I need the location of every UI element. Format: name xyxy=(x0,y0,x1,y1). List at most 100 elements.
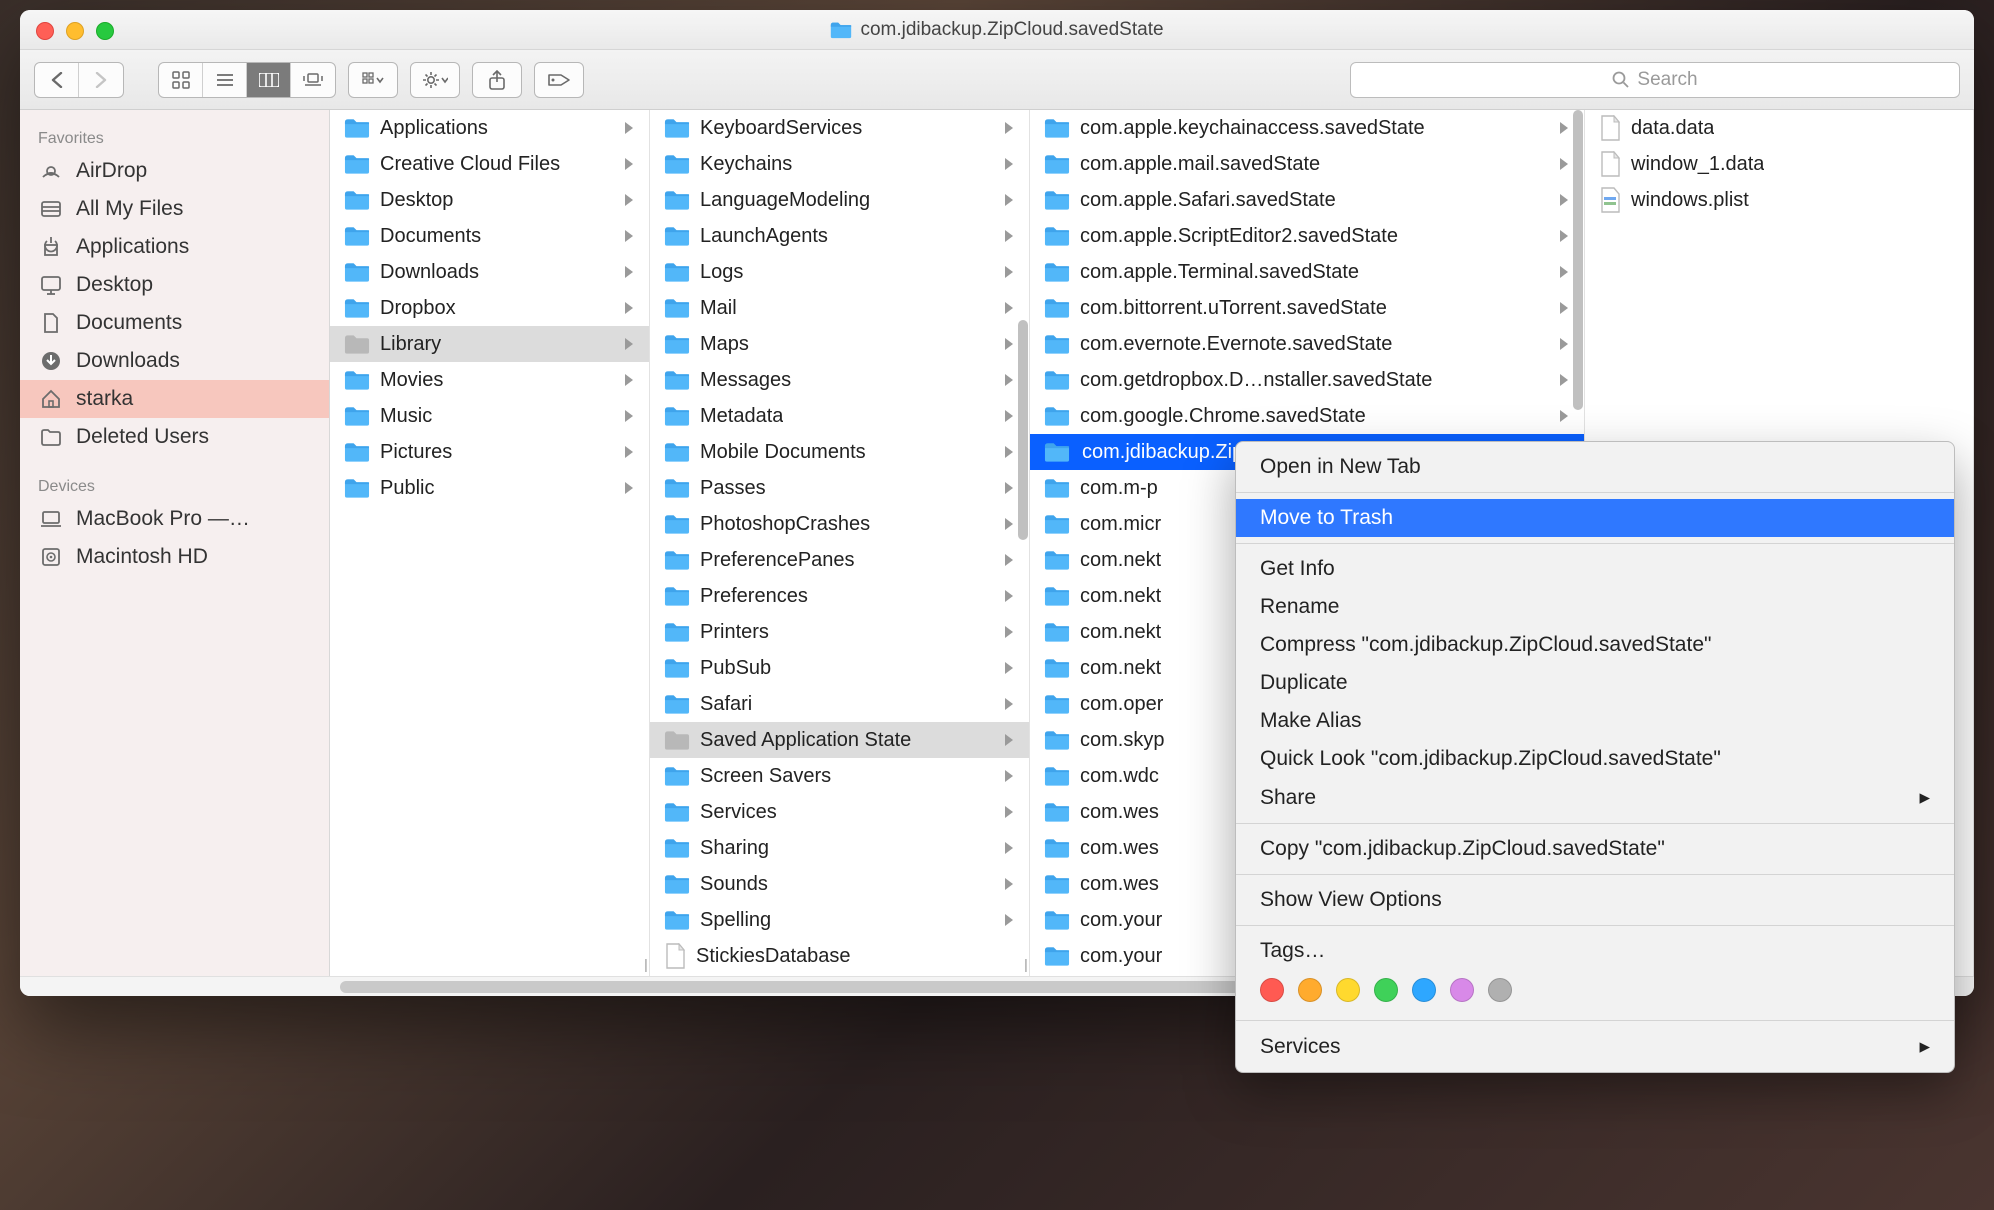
column-resize-handle[interactable]: || xyxy=(644,956,645,972)
file-row[interactable]: com.bittorrent.uTorrent.savedState xyxy=(1030,290,1584,326)
file-row[interactable]: Metadata xyxy=(650,398,1029,434)
file-row[interactable]: Music xyxy=(330,398,649,434)
file-label: LanguageModeling xyxy=(700,189,870,212)
tag-color-dot[interactable] xyxy=(1488,978,1512,1002)
sidebar-item-desktop[interactable]: Desktop xyxy=(20,266,329,304)
close-window-button[interactable] xyxy=(36,22,54,40)
tag-color-dot[interactable] xyxy=(1450,978,1474,1002)
tag-color-dot[interactable] xyxy=(1336,978,1360,1002)
file-row[interactable]: Preferences xyxy=(650,578,1029,614)
file-row[interactable]: Spelling xyxy=(650,902,1029,938)
tag-color-dot[interactable] xyxy=(1412,978,1436,1002)
sidebar-item-deleted-users[interactable]: Deleted Users xyxy=(20,418,329,456)
file-row[interactable]: Sounds xyxy=(650,866,1029,902)
sidebar-item-documents[interactable]: Documents xyxy=(20,304,329,342)
file-row[interactable]: com.apple.Safari.savedState xyxy=(1030,182,1584,218)
tags-button[interactable] xyxy=(534,62,584,98)
sidebar-item-all-my-files[interactable]: All My Files xyxy=(20,190,329,228)
sidebar-item-macbook-pro-[interactable]: MacBook Pro —… xyxy=(20,500,329,538)
minimize-window-button[interactable] xyxy=(66,22,84,40)
file-row[interactable]: Passes xyxy=(650,470,1029,506)
file-row[interactable]: Applications xyxy=(330,110,649,146)
column-resize-handle[interactable]: || xyxy=(1024,956,1025,972)
sidebar-item-starka[interactable]: starka xyxy=(20,380,329,418)
forward-button[interactable] xyxy=(79,63,123,97)
file-row[interactable]: data.data xyxy=(1585,110,1973,146)
coverflow-view-button[interactable] xyxy=(291,63,335,97)
file-row[interactable]: com.getdropbox.D…nstaller.savedState xyxy=(1030,362,1584,398)
file-row[interactable]: com.apple.mail.savedState xyxy=(1030,146,1584,182)
file-row[interactable]: com.apple.keychainaccess.savedState xyxy=(1030,110,1584,146)
action-button[interactable] xyxy=(410,62,460,98)
search-field[interactable]: Search xyxy=(1350,62,1960,98)
tag-color-dot[interactable] xyxy=(1374,978,1398,1002)
ctx-services[interactable]: Services▸ xyxy=(1236,1027,1954,1066)
tag-color-dot[interactable] xyxy=(1260,978,1284,1002)
file-row[interactable]: StickiesDatabase xyxy=(650,938,1029,974)
ctx-show-view-options[interactable]: Show View Options xyxy=(1236,881,1954,919)
file-row[interactable]: window_1.data xyxy=(1585,146,1973,182)
file-row[interactable]: Creative Cloud Files xyxy=(330,146,649,182)
column-1[interactable]: KeyboardServicesKeychains LanguageModelin… xyxy=(650,110,1030,976)
sidebar-item-airdrop[interactable]: AirDrop xyxy=(20,152,329,190)
file-row[interactable]: PreferencePanes xyxy=(650,542,1029,578)
file-row[interactable]: Dropbox xyxy=(330,290,649,326)
file-row[interactable]: Downloads xyxy=(330,254,649,290)
file-row[interactable]: Printers xyxy=(650,614,1029,650)
file-row[interactable]: Public xyxy=(330,470,649,506)
file-label: Pictures xyxy=(380,441,452,464)
file-row[interactable]: Messages xyxy=(650,362,1029,398)
file-row[interactable]: Saved Application State xyxy=(650,722,1029,758)
tag-color-dot[interactable] xyxy=(1298,978,1322,1002)
file-row[interactable]: Safari xyxy=(650,686,1029,722)
file-row[interactable]: Pictures xyxy=(330,434,649,470)
share-button[interactable] xyxy=(472,62,522,98)
ctx-copy[interactable]: Copy "com.jdibackup.ZipCloud.savedState" xyxy=(1236,830,1954,868)
file-label: com.apple.Safari.savedState xyxy=(1080,189,1336,212)
file-row[interactable]: Maps xyxy=(650,326,1029,362)
ctx-make-alias[interactable]: Make Alias xyxy=(1236,702,1954,740)
ctx-quick-look[interactable]: Quick Look "com.jdibackup.ZipCloud.saved… xyxy=(1236,740,1954,778)
list-view-button[interactable] xyxy=(203,63,247,97)
file-row[interactable]: PubSub xyxy=(650,650,1029,686)
file-row[interactable]: Keychains xyxy=(650,146,1029,182)
ctx-get-info[interactable]: Get Info xyxy=(1236,550,1954,588)
back-button[interactable] xyxy=(35,63,79,97)
file-row[interactable]: Mail xyxy=(650,290,1029,326)
file-row[interactable]: Movies xyxy=(330,362,649,398)
file-row[interactable]: PhotoshopCrashes xyxy=(650,506,1029,542)
file-row[interactable]: windows.plist xyxy=(1585,182,1973,218)
file-label: Library xyxy=(380,333,441,356)
file-row[interactable]: KeyboardServices xyxy=(650,110,1029,146)
file-row[interactable]: Documents xyxy=(330,218,649,254)
file-row[interactable]: LanguageModeling xyxy=(650,182,1029,218)
file-row[interactable]: Sharing xyxy=(650,830,1029,866)
zoom-window-button[interactable] xyxy=(96,22,114,40)
ctx-duplicate[interactable]: Duplicate xyxy=(1236,664,1954,702)
column-view-button[interactable] xyxy=(247,63,291,97)
file-row[interactable]: Logs xyxy=(650,254,1029,290)
column-0[interactable]: ApplicationsCreative Cloud FilesDesktopD… xyxy=(330,110,650,976)
horizontal-scrollbar-thumb[interactable] xyxy=(340,981,1240,993)
ctx-rename[interactable]: Rename xyxy=(1236,588,1954,626)
sidebar-item-macintosh-hd[interactable]: Macintosh HD xyxy=(20,538,329,576)
ctx-share[interactable]: Share▸ xyxy=(1236,778,1954,817)
arrange-button[interactable] xyxy=(348,62,398,98)
ctx-move-to-trash[interactable]: Move to Trash xyxy=(1236,499,1954,537)
file-row[interactable]: com.google.Chrome.savedState xyxy=(1030,398,1584,434)
file-row[interactable]: com.apple.ScriptEditor2.savedState xyxy=(1030,218,1584,254)
file-row[interactable]: Library xyxy=(330,326,649,362)
file-row[interactable]: Desktop xyxy=(330,182,649,218)
file-row[interactable]: Mobile Documents xyxy=(650,434,1029,470)
file-row[interactable]: LaunchAgents xyxy=(650,218,1029,254)
file-row[interactable]: com.apple.Terminal.savedState xyxy=(1030,254,1584,290)
file-row[interactable]: Services xyxy=(650,794,1029,830)
ctx-compress[interactable]: Compress "com.jdibackup.ZipCloud.savedSt… xyxy=(1236,626,1954,664)
ctx-open-new-tab[interactable]: Open in New Tab xyxy=(1236,448,1954,486)
file-row[interactable]: Screen Savers xyxy=(650,758,1029,794)
sidebar-item-applications[interactable]: Applications xyxy=(20,228,329,266)
sidebar-item-downloads[interactable]: Downloads xyxy=(20,342,329,380)
sidebar: Favorites AirDropAll My FilesApplication… xyxy=(20,110,330,976)
icon-view-button[interactable] xyxy=(159,63,203,97)
file-row[interactable]: com.evernote.Evernote.savedState xyxy=(1030,326,1584,362)
